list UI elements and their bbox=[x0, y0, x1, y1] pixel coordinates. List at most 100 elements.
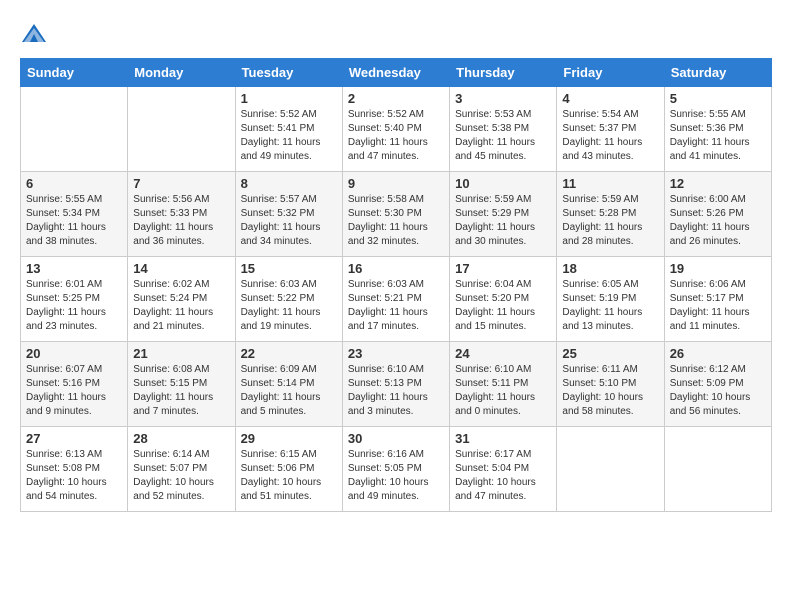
calendar-cell: 21Sunrise: 6:08 AM Sunset: 5:15 PM Dayli… bbox=[128, 342, 235, 427]
calendar-cell bbox=[557, 427, 664, 512]
day-info: Sunrise: 6:13 AM Sunset: 5:08 PM Dayligh… bbox=[26, 448, 122, 504]
calendar-cell: 4 Sunrise: 5:54 AM Sunset: 5:37 PM Daylig… bbox=[557, 87, 664, 172]
day-info: Sunrise: 6:15 AM Sunset: 5:06 PM Dayligh… bbox=[241, 448, 337, 504]
day-number: 19 bbox=[670, 261, 766, 276]
logo-icon bbox=[20, 20, 48, 48]
day-info: Sunrise: 6:06 AM Sunset: 5:17 PM Dayligh… bbox=[670, 278, 766, 334]
calendar-cell: 8 Sunrise: 5:57 AM Sunset: 5:32 PM Daylig… bbox=[235, 172, 342, 257]
day-number: 14 bbox=[133, 261, 229, 276]
day-number: 29 bbox=[241, 431, 337, 446]
day-number: 23 bbox=[348, 346, 444, 361]
day-number: 12 bbox=[670, 176, 766, 191]
calendar-cell: 30 Sunrise: 6:16 AM Sunset: 5:05 PM Dayli… bbox=[342, 427, 449, 512]
calendar-cell: 24Sunrise: 6:10 AM Sunset: 5:11 PM Dayli… bbox=[450, 342, 557, 427]
day-number: 6 bbox=[26, 176, 122, 191]
day-number: 15 bbox=[241, 261, 337, 276]
calendar-cell: 13Sunrise: 6:01 AM Sunset: 5:25 PM Dayli… bbox=[21, 257, 128, 342]
header-day-monday: Monday bbox=[128, 59, 235, 87]
calendar-cell: 11 Sunrise: 5:59 AM Sunset: 5:28 PM Dayli… bbox=[557, 172, 664, 257]
day-info: Sunrise: 5:57 AM Sunset: 5:32 PM Dayligh… bbox=[241, 193, 337, 249]
calendar-cell: 12 Sunrise: 6:00 AM Sunset: 5:26 PM Dayli… bbox=[664, 172, 771, 257]
header-day-friday: Friday bbox=[557, 59, 664, 87]
day-info: Sunrise: 6:10 AM Sunset: 5:13 PM Dayligh… bbox=[348, 363, 444, 419]
logo bbox=[20, 20, 52, 48]
calendar-cell: 16 Sunrise: 6:03 AM Sunset: 5:21 PM Dayli… bbox=[342, 257, 449, 342]
calendar-cell: 10 Sunrise: 5:59 AM Sunset: 5:29 PM Dayli… bbox=[450, 172, 557, 257]
day-info: Sunrise: 6:03 AM Sunset: 5:21 PM Dayligh… bbox=[348, 278, 444, 334]
day-info: Sunrise: 5:52 AM Sunset: 5:41 PM Dayligh… bbox=[241, 108, 337, 164]
week-row-1: 6 Sunrise: 5:55 AM Sunset: 5:34 PM Daylig… bbox=[21, 172, 772, 257]
calendar-body: 1 Sunrise: 5:52 AM Sunset: 5:41 PM Daylig… bbox=[21, 87, 772, 512]
day-number: 20 bbox=[26, 346, 122, 361]
calendar-header: SundayMondayTuesdayWednesdayThursdayFrid… bbox=[21, 59, 772, 87]
day-info: Sunrise: 6:07 AM Sunset: 5:16 PM Dayligh… bbox=[26, 363, 122, 419]
day-number: 18 bbox=[562, 261, 658, 276]
day-number: 3 bbox=[455, 91, 551, 106]
day-info: Sunrise: 6:03 AM Sunset: 5:22 PM Dayligh… bbox=[241, 278, 337, 334]
header-day-saturday: Saturday bbox=[664, 59, 771, 87]
calendar-cell: 1 Sunrise: 5:52 AM Sunset: 5:41 PM Daylig… bbox=[235, 87, 342, 172]
header-day-tuesday: Tuesday bbox=[235, 59, 342, 87]
day-number: 1 bbox=[241, 91, 337, 106]
day-number: 10 bbox=[455, 176, 551, 191]
day-info: Sunrise: 5:58 AM Sunset: 5:30 PM Dayligh… bbox=[348, 193, 444, 249]
day-info: Sunrise: 5:59 AM Sunset: 5:28 PM Dayligh… bbox=[562, 193, 658, 249]
day-number: 2 bbox=[348, 91, 444, 106]
calendar-table: SundayMondayTuesdayWednesdayThursdayFrid… bbox=[20, 58, 772, 512]
day-info: Sunrise: 5:55 AM Sunset: 5:36 PM Dayligh… bbox=[670, 108, 766, 164]
calendar-cell: 14Sunrise: 6:02 AM Sunset: 5:24 PM Dayli… bbox=[128, 257, 235, 342]
calendar-cell: 18 Sunrise: 6:05 AM Sunset: 5:19 PM Dayli… bbox=[557, 257, 664, 342]
day-info: Sunrise: 5:53 AM Sunset: 5:38 PM Dayligh… bbox=[455, 108, 551, 164]
calendar-cell: 5 Sunrise: 5:55 AM Sunset: 5:36 PM Daylig… bbox=[664, 87, 771, 172]
day-number: 11 bbox=[562, 176, 658, 191]
calendar-cell: 25 Sunrise: 6:11 AM Sunset: 5:10 PM Dayli… bbox=[557, 342, 664, 427]
day-number: 24 bbox=[455, 346, 551, 361]
day-number: 4 bbox=[562, 91, 658, 106]
calendar-cell: 20 Sunrise: 6:07 AM Sunset: 5:16 PM Dayli… bbox=[21, 342, 128, 427]
day-info: Sunrise: 5:55 AM Sunset: 5:34 PM Dayligh… bbox=[26, 193, 122, 249]
week-row-0: 1 Sunrise: 5:52 AM Sunset: 5:41 PM Daylig… bbox=[21, 87, 772, 172]
day-info: Sunrise: 6:00 AM Sunset: 5:26 PM Dayligh… bbox=[670, 193, 766, 249]
day-number: 28 bbox=[133, 431, 229, 446]
calendar-cell: 19 Sunrise: 6:06 AM Sunset: 5:17 PM Dayli… bbox=[664, 257, 771, 342]
page-header bbox=[20, 20, 772, 48]
calendar-cell: 28Sunrise: 6:14 AM Sunset: 5:07 PM Dayli… bbox=[128, 427, 235, 512]
header-day-wednesday: Wednesday bbox=[342, 59, 449, 87]
day-number: 26 bbox=[670, 346, 766, 361]
calendar-cell bbox=[21, 87, 128, 172]
day-number: 8 bbox=[241, 176, 337, 191]
calendar-cell: 26 Sunrise: 6:12 AM Sunset: 5:09 PM Dayli… bbox=[664, 342, 771, 427]
calendar-cell bbox=[128, 87, 235, 172]
day-number: 30 bbox=[348, 431, 444, 446]
day-info: Sunrise: 5:54 AM Sunset: 5:37 PM Dayligh… bbox=[562, 108, 658, 164]
day-number: 25 bbox=[562, 346, 658, 361]
week-row-3: 20 Sunrise: 6:07 AM Sunset: 5:16 PM Dayli… bbox=[21, 342, 772, 427]
calendar-cell: 7Sunrise: 5:56 AM Sunset: 5:33 PM Daylig… bbox=[128, 172, 235, 257]
day-number: 9 bbox=[348, 176, 444, 191]
day-info: Sunrise: 5:59 AM Sunset: 5:29 PM Dayligh… bbox=[455, 193, 551, 249]
day-info: Sunrise: 6:05 AM Sunset: 5:19 PM Dayligh… bbox=[562, 278, 658, 334]
calendar-cell: 3 Sunrise: 5:53 AM Sunset: 5:38 PM Daylig… bbox=[450, 87, 557, 172]
day-number: 27 bbox=[26, 431, 122, 446]
day-number: 17 bbox=[455, 261, 551, 276]
calendar-cell: 9 Sunrise: 5:58 AM Sunset: 5:30 PM Daylig… bbox=[342, 172, 449, 257]
day-info: Sunrise: 5:52 AM Sunset: 5:40 PM Dayligh… bbox=[348, 108, 444, 164]
day-number: 7 bbox=[133, 176, 229, 191]
day-info: Sunrise: 6:12 AM Sunset: 5:09 PM Dayligh… bbox=[670, 363, 766, 419]
calendar-cell bbox=[664, 427, 771, 512]
day-info: Sunrise: 6:09 AM Sunset: 5:14 PM Dayligh… bbox=[241, 363, 337, 419]
day-info: Sunrise: 6:17 AM Sunset: 5:04 PM Dayligh… bbox=[455, 448, 551, 504]
day-info: Sunrise: 6:16 AM Sunset: 5:05 PM Dayligh… bbox=[348, 448, 444, 504]
calendar-cell: 2 Sunrise: 5:52 AM Sunset: 5:40 PM Daylig… bbox=[342, 87, 449, 172]
day-number: 31 bbox=[455, 431, 551, 446]
day-info: Sunrise: 6:11 AM Sunset: 5:10 PM Dayligh… bbox=[562, 363, 658, 419]
day-number: 16 bbox=[348, 261, 444, 276]
day-number: 5 bbox=[670, 91, 766, 106]
header-row: SundayMondayTuesdayWednesdayThursdayFrid… bbox=[21, 59, 772, 87]
day-info: Sunrise: 6:01 AM Sunset: 5:25 PM Dayligh… bbox=[26, 278, 122, 334]
day-info: Sunrise: 6:04 AM Sunset: 5:20 PM Dayligh… bbox=[455, 278, 551, 334]
calendar-cell: 22 Sunrise: 6:09 AM Sunset: 5:14 PM Dayli… bbox=[235, 342, 342, 427]
header-day-thursday: Thursday bbox=[450, 59, 557, 87]
calendar-cell: 15 Sunrise: 6:03 AM Sunset: 5:22 PM Dayli… bbox=[235, 257, 342, 342]
day-number: 22 bbox=[241, 346, 337, 361]
